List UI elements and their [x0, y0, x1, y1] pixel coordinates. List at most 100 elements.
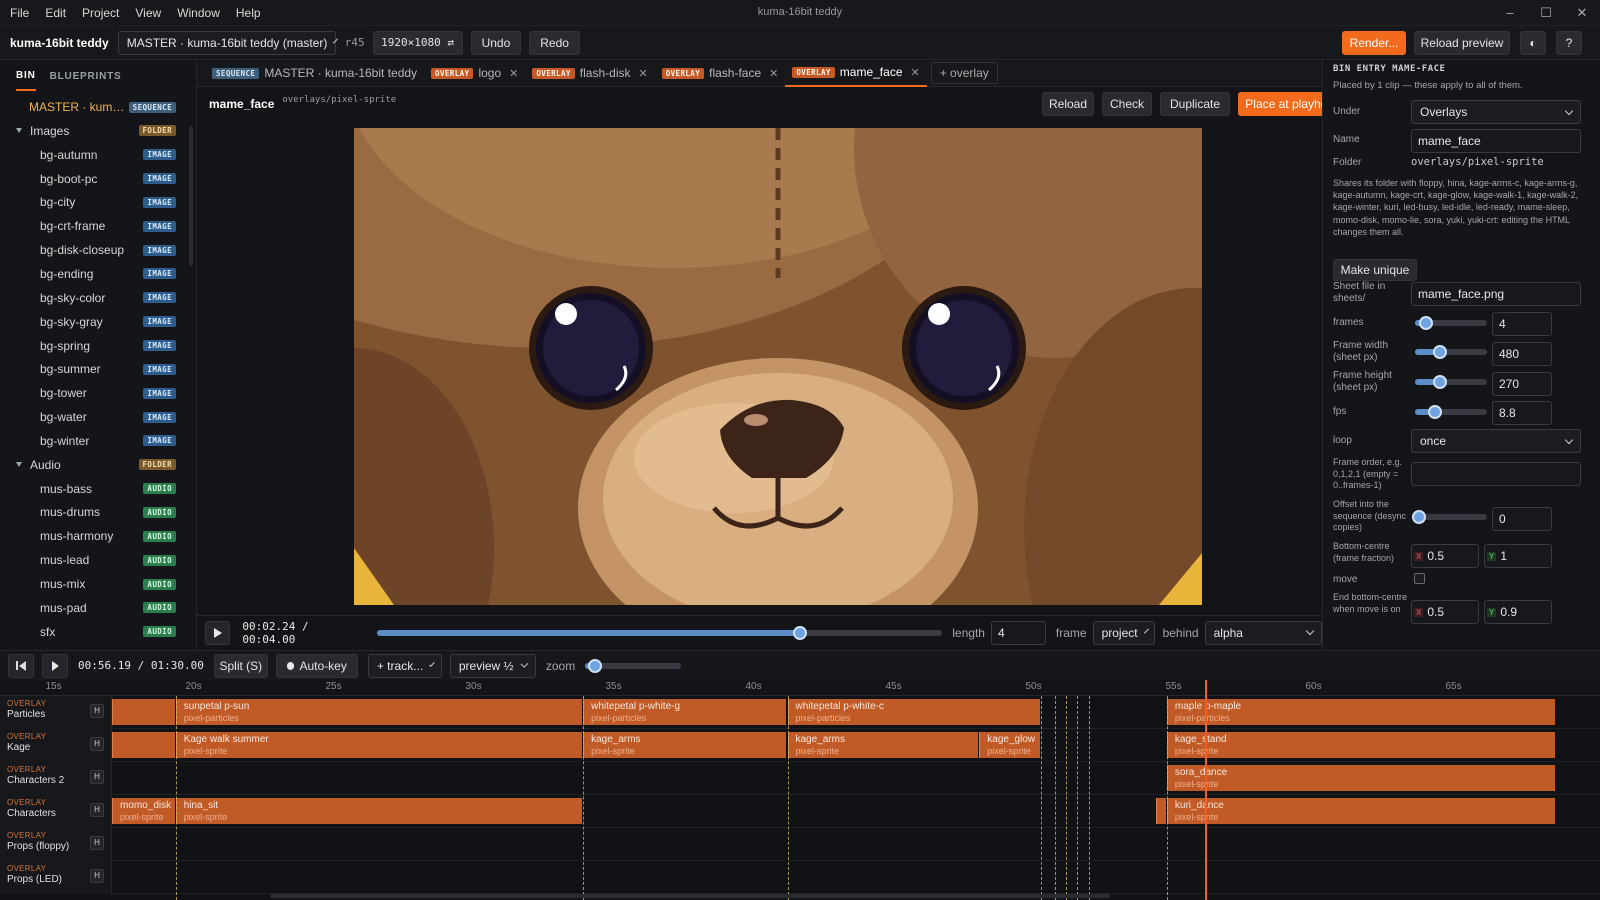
- bin-item[interactable]: bg-city IMAGE: [0, 190, 190, 214]
- under-select[interactable]: Overlays: [1411, 100, 1581, 124]
- tab-bin[interactable]: BIN: [16, 62, 36, 91]
- bin-folder[interactable]: Images FOLDER: [0, 119, 190, 143]
- bin-item[interactable]: mus-drums AUDIO: [0, 500, 190, 524]
- help-button[interactable]: ?: [1556, 31, 1582, 55]
- frame-height-slider[interactable]: [1415, 375, 1487, 389]
- timeline-play-button[interactable]: [42, 653, 68, 678]
- reload-preview-button[interactable]: Reload preview: [1414, 31, 1510, 55]
- frame-width-slider[interactable]: [1415, 345, 1487, 359]
- close-tab-icon[interactable]: ✕: [509, 67, 518, 80]
- fps-slider-knob[interactable]: [1428, 405, 1443, 419]
- offset-slider[interactable]: [1411, 510, 1487, 524]
- redo-button[interactable]: Redo: [529, 30, 580, 55]
- hide-track-button[interactable]: H: [90, 737, 104, 751]
- track-header[interactable]: OVERLAY Kage H: [0, 729, 112, 762]
- end-bottom-centre-x-input[interactable]: X 0.5: [1411, 600, 1479, 624]
- frame-order-input[interactable]: [1411, 462, 1581, 486]
- track-header[interactable]: OVERLAY Particles H: [0, 696, 112, 729]
- zoom-slider-knob[interactable]: [587, 658, 602, 673]
- bin-item[interactable]: bg-sky-gray IMAGE: [0, 310, 190, 334]
- offset-input[interactable]: 0: [1492, 507, 1552, 531]
- offset-slider-knob[interactable]: [1411, 510, 1426, 524]
- track-header[interactable]: OVERLAY Props (floppy) H: [0, 828, 112, 861]
- fps-slider[interactable]: [1415, 405, 1487, 419]
- timeline-clip[interactable]: kage_glow pixel-sprite: [979, 732, 1040, 758]
- maximize-icon[interactable]: ☐: [1531, 4, 1561, 22]
- timeline-hscrollbar[interactable]: [270, 894, 1110, 898]
- timeline-clip[interactable]: [1155, 798, 1166, 824]
- timeline-clip[interactable]: kage_arms pixel-sprite: [583, 732, 787, 758]
- make-unique-button[interactable]: Make unique: [1333, 259, 1417, 281]
- bin-item[interactable]: bg-sky-color IMAGE: [0, 286, 190, 310]
- menu-project[interactable]: Project: [74, 6, 127, 20]
- hide-track-button[interactable]: H: [90, 803, 104, 817]
- frame-width-input[interactable]: 480: [1492, 342, 1552, 366]
- timeline-clip[interactable]: whitepetal p-white-c pixel-particles: [787, 699, 1040, 725]
- preview-quality-select[interactable]: preview ½: [449, 653, 536, 678]
- name-input[interactable]: mame_face: [1411, 129, 1581, 153]
- bin-scrollbar[interactable]: [189, 126, 193, 266]
- add-overlay-button[interactable]: + overlay: [930, 62, 998, 84]
- move-checkbox[interactable]: [1414, 573, 1425, 584]
- hide-track-button[interactable]: H: [90, 704, 104, 718]
- timeline-clip[interactable]: [112, 732, 175, 758]
- bin-item[interactable]: bg-autumn IMAGE: [0, 143, 190, 167]
- loop-select[interactable]: once: [1411, 429, 1581, 453]
- hide-track-button[interactable]: H: [90, 869, 104, 883]
- time-ruler[interactable]: 15s 20s 25s 30s 35s 40s 45s 50s 55s 60s 65s: [0, 680, 1600, 696]
- timeline-clip[interactable]: momo_disk pixel-sprite: [112, 798, 175, 824]
- zoom-slider[interactable]: [585, 658, 682, 673]
- bin-item[interactable]: mus-bass AUDIO: [0, 477, 190, 501]
- menu-view[interactable]: View: [127, 6, 169, 20]
- menu-edit[interactable]: Edit: [37, 6, 74, 20]
- track-header[interactable]: OVERLAY Characters 2H: [0, 762, 112, 795]
- timeline-clip[interactable]: Kage walk summer pixel-sprite: [175, 732, 583, 758]
- tab-blueprints[interactable]: BLUEPRINTS: [50, 63, 122, 90]
- fps-input[interactable]: 8.8: [1492, 401, 1552, 425]
- playhead[interactable]: [1204, 680, 1207, 900]
- menu-window[interactable]: Window: [169, 6, 228, 20]
- document-tab[interactable]: OVERLAY logo ✕: [424, 60, 525, 87]
- end-bottom-centre-y-input[interactable]: Y 0.9: [1484, 600, 1552, 624]
- duplicate-button[interactable]: Duplicate: [1160, 92, 1230, 116]
- timeline-clip[interactable]: kuri_dance pixel-sprite: [1166, 798, 1556, 824]
- preview-scrubber-knob[interactable]: [793, 625, 808, 640]
- sheet-file-input[interactable]: mame_face.png: [1411, 282, 1581, 306]
- bin-item[interactable]: bg-winter IMAGE: [0, 429, 190, 453]
- bin-item[interactable]: bg-crt-frame IMAGE: [0, 214, 190, 238]
- timeline-clip[interactable]: kage_stand pixel-sprite: [1166, 732, 1556, 758]
- undo-button[interactable]: Undo: [470, 30, 522, 55]
- auto-key-button[interactable]: Auto-key: [275, 653, 358, 678]
- sequence-select[interactable]: MASTER · kuma-16bit teddy (master): [117, 30, 339, 55]
- document-tab[interactable]: OVERLAY flash-disk ✕: [525, 60, 654, 87]
- timeline-clip[interactable]: hina_sit pixel-sprite: [175, 798, 583, 824]
- bin-item[interactable]: sfx AUDIO: [0, 620, 190, 644]
- frames-slider-knob[interactable]: [1418, 316, 1433, 330]
- bin-item[interactable]: mus-mix AUDIO: [0, 572, 190, 596]
- close-tab-icon[interactable]: ✕: [638, 67, 647, 80]
- skip-to-start-button[interactable]: [8, 653, 34, 678]
- bottom-centre-x-input[interactable]: X 0.5: [1411, 544, 1479, 568]
- bin-item[interactable]: bg-ending IMAGE: [0, 262, 190, 286]
- document-tab[interactable]: SEQUENCE MASTER · kuma-16bit teddy: [205, 60, 424, 87]
- track-header[interactable]: OVERLAY Props (LED) H: [0, 861, 112, 894]
- bin-item[interactable]: bg-boot-pc IMAGE: [0, 167, 190, 191]
- bin-item[interactable]: mus-harmony AUDIO: [0, 524, 190, 548]
- preview-play-button[interactable]: [205, 620, 231, 645]
- frame-width-slider-knob[interactable]: [1433, 345, 1448, 359]
- add-track-select[interactable]: + track...: [367, 653, 442, 678]
- frames-input[interactable]: 4: [1492, 312, 1552, 336]
- menu-file[interactable]: File: [0, 6, 37, 20]
- menu-help[interactable]: Help: [228, 6, 269, 20]
- bin-item[interactable]: mus-pad AUDIO: [0, 596, 190, 620]
- frame-height-slider-knob[interactable]: [1433, 375, 1448, 389]
- preview-scrubber[interactable]: [377, 625, 943, 640]
- bin-item[interactable]: bg-spring IMAGE: [0, 334, 190, 358]
- theme-toggle-button[interactable]: ◐: [1520, 31, 1546, 55]
- timeline-clip[interactable]: sora_dance pixel-sprite: [1166, 765, 1556, 791]
- timeline-clip[interactable]: [112, 699, 175, 725]
- hide-track-button[interactable]: H: [90, 770, 104, 784]
- bin-item[interactable]: mus-lead AUDIO: [0, 548, 190, 572]
- bin-folder[interactable]: Audio FOLDER: [0, 453, 190, 477]
- timeline-clip[interactable]: sunpetal p-sun pixel-particles: [175, 699, 583, 725]
